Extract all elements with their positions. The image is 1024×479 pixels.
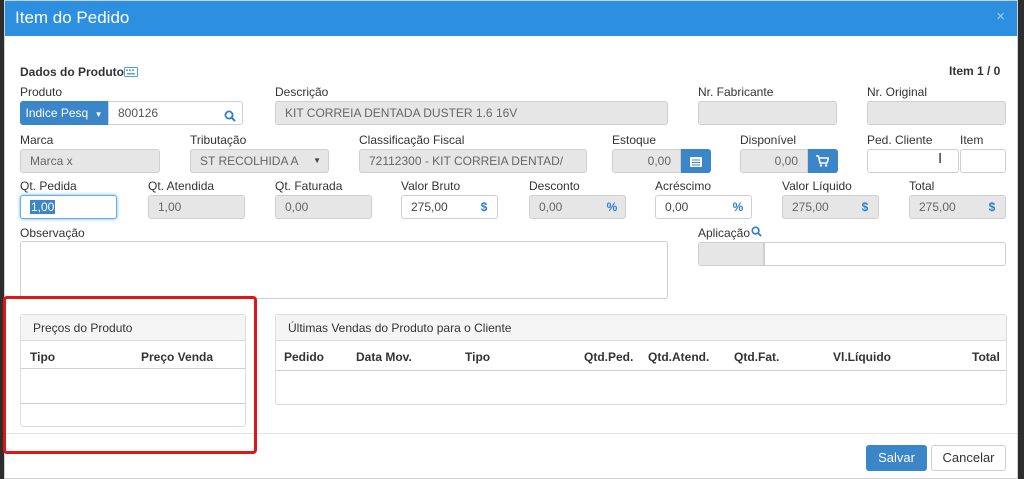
caret-down-icon: ▼ <box>313 156 321 165</box>
column-header-qtd-atend[interactable]: Qtd.Atend. <box>648 350 709 364</box>
cancelar-button[interactable]: Cancelar <box>931 445 1006 471</box>
acrescimo-value: 0,00 <box>665 200 689 214</box>
column-header-pedido[interactable]: Pedido <box>284 350 324 364</box>
column-header-qtd-fat[interactable]: Qtd.Fat. <box>734 350 779 364</box>
ultimas-vendas-panel: Últimas Vendas do Produto para o Cliente… <box>275 314 1007 405</box>
nr-original-field[interactable] <box>867 101 1006 125</box>
disponivel-field[interactable]: 0,00 <box>740 149 808 173</box>
aplicacao-label: Aplicação <box>698 226 751 240</box>
search-icon[interactable] <box>224 107 236 124</box>
item-pedido-modal: Item do Pedido × Dados do Produto Item 1… <box>4 0 1018 479</box>
qt-faturada-label: Qt. Faturada <box>275 179 343 193</box>
tributacao-value: ST RECOLHIDA A <box>200 154 299 168</box>
classificacao-fiscal-label: Classificação Fiscal <box>359 133 465 147</box>
modal-header: Item do Pedido × <box>5 1 1017 36</box>
qt-pedida-value: 1,00 <box>30 200 56 214</box>
qt-pedida-input[interactable]: 1,00 <box>20 195 117 219</box>
salvar-button[interactable]: Salvar <box>866 445 927 471</box>
marca-label: Marca <box>20 133 54 147</box>
total-field[interactable]: 275,00 $ <box>909 195 1006 219</box>
column-header-tipo[interactable]: Tipo <box>30 350 55 364</box>
column-header-total[interactable]: Total <box>972 350 1000 364</box>
estoque-list-button[interactable] <box>681 149 711 173</box>
observacao-textarea[interactable] <box>20 241 668 299</box>
produto-code-value: 800126 <box>118 106 159 120</box>
tributacao-label: Tributação <box>190 133 247 147</box>
dollar-icon: $ <box>988 200 996 214</box>
produto-code-input[interactable]: 800126 <box>108 101 243 125</box>
column-header-vl-liquido[interactable]: Vl.Líquido <box>833 350 891 364</box>
qt-pedida-label: Qt. Pedida <box>20 179 77 193</box>
percent-icon: % <box>606 200 618 214</box>
ped-cliente-input[interactable] <box>867 149 959 173</box>
item-input[interactable] <box>960 149 1006 173</box>
qt-atendida-label: Qt. Atendida <box>148 179 215 193</box>
descricao-label: Descrição <box>275 85 329 99</box>
valor-bruto-input[interactable]: 275,00 $ <box>401 195 498 219</box>
total-value: 275,00 <box>919 200 956 214</box>
desconto-field[interactable]: 0,00 % <box>529 195 626 219</box>
classificacao-fiscal-field[interactable]: 72112300 - KIT CORREIA DENTAD/ <box>359 149 587 173</box>
indice-pesq-label: Indice Pesq <box>25 106 89 120</box>
dollar-icon: $ <box>480 200 488 214</box>
table-divider <box>21 403 245 404</box>
indice-pesq-dropdown[interactable]: Indice Pesq ▼ <box>20 101 108 125</box>
nr-fabricante-field[interactable] <box>698 101 837 125</box>
desconto-value: 0,00 <box>539 200 563 214</box>
disponivel-cart-button[interactable] <box>808 149 838 173</box>
total-label: Total <box>909 179 935 193</box>
estoque-field[interactable]: 0,00 <box>612 149 681 173</box>
caret-down-icon: ▼ <box>94 110 103 119</box>
keyboard-icon <box>124 66 138 80</box>
item-counter: Item 1 / 0 <box>949 64 1001 78</box>
percent-icon: % <box>732 200 744 214</box>
valor-liquido-field[interactable]: 275,00 $ <box>782 195 879 219</box>
column-header-data-mov[interactable]: Data Mov. <box>356 350 412 364</box>
vendas-panel-title: Últimas Vendas do Produto para o Cliente <box>276 315 1006 341</box>
table-divider <box>21 368 245 369</box>
section-title: Dados do Produto <box>20 65 124 79</box>
marca-field[interactable]: Marca x <box>20 149 160 173</box>
backdrop-right <box>1018 0 1024 479</box>
ped-cliente-label: Ped. Cliente <box>867 133 933 147</box>
column-header-qtd-ped[interactable]: Qtd.Ped. <box>584 350 633 364</box>
column-header-preco-venda[interactable]: Preço Venda <box>141 350 213 364</box>
aplicacao-code-field[interactable] <box>698 242 764 266</box>
text-cursor-icon: I <box>938 150 943 167</box>
qt-faturada-field[interactable]: 0,00 <box>275 195 372 219</box>
list-icon <box>690 156 702 170</box>
search-icon[interactable] <box>751 226 762 240</box>
observacao-label: Observação <box>20 226 85 240</box>
precos-panel-title: Preços do Produto <box>21 315 245 341</box>
modal-title: Item do Pedido <box>15 8 130 27</box>
footer-divider <box>5 433 1017 434</box>
nr-fabricante-label: Nr. Fabricante <box>698 85 774 99</box>
table-divider <box>276 370 1006 371</box>
acrescimo-input[interactable]: 0,00 % <box>655 195 752 219</box>
close-icon[interactable]: × <box>996 8 1005 25</box>
aplicacao-input[interactable] <box>764 242 1006 266</box>
cart-icon <box>816 155 830 170</box>
disponivel-label: Disponível <box>740 133 797 147</box>
valor-bruto-label: Valor Bruto <box>401 179 461 193</box>
descricao-field[interactable]: KIT CORREIA DENTADA DUSTER 1.6 16V <box>275 101 668 125</box>
acrescimo-label: Acréscimo <box>655 179 712 193</box>
column-header-tipo[interactable]: Tipo <box>465 350 490 364</box>
valor-liquido-label: Valor Líquido <box>782 179 852 193</box>
nr-original-label: Nr. Original <box>867 85 928 99</box>
produto-label: Produto <box>20 85 63 99</box>
precos-produto-panel: Preços do Produto Tipo Preço Venda <box>20 314 246 427</box>
item-label: Item <box>960 133 984 147</box>
dollar-icon: $ <box>861 200 869 214</box>
estoque-label: Estoque <box>612 133 657 147</box>
valor-liquido-value: 275,00 <box>792 200 829 214</box>
valor-bruto-value: 275,00 <box>411 200 448 214</box>
tributacao-select[interactable]: ST RECOLHIDA A ▼ <box>190 149 329 173</box>
qt-atendida-field[interactable]: 1,00 <box>148 195 245 219</box>
desconto-label: Desconto <box>529 179 580 193</box>
